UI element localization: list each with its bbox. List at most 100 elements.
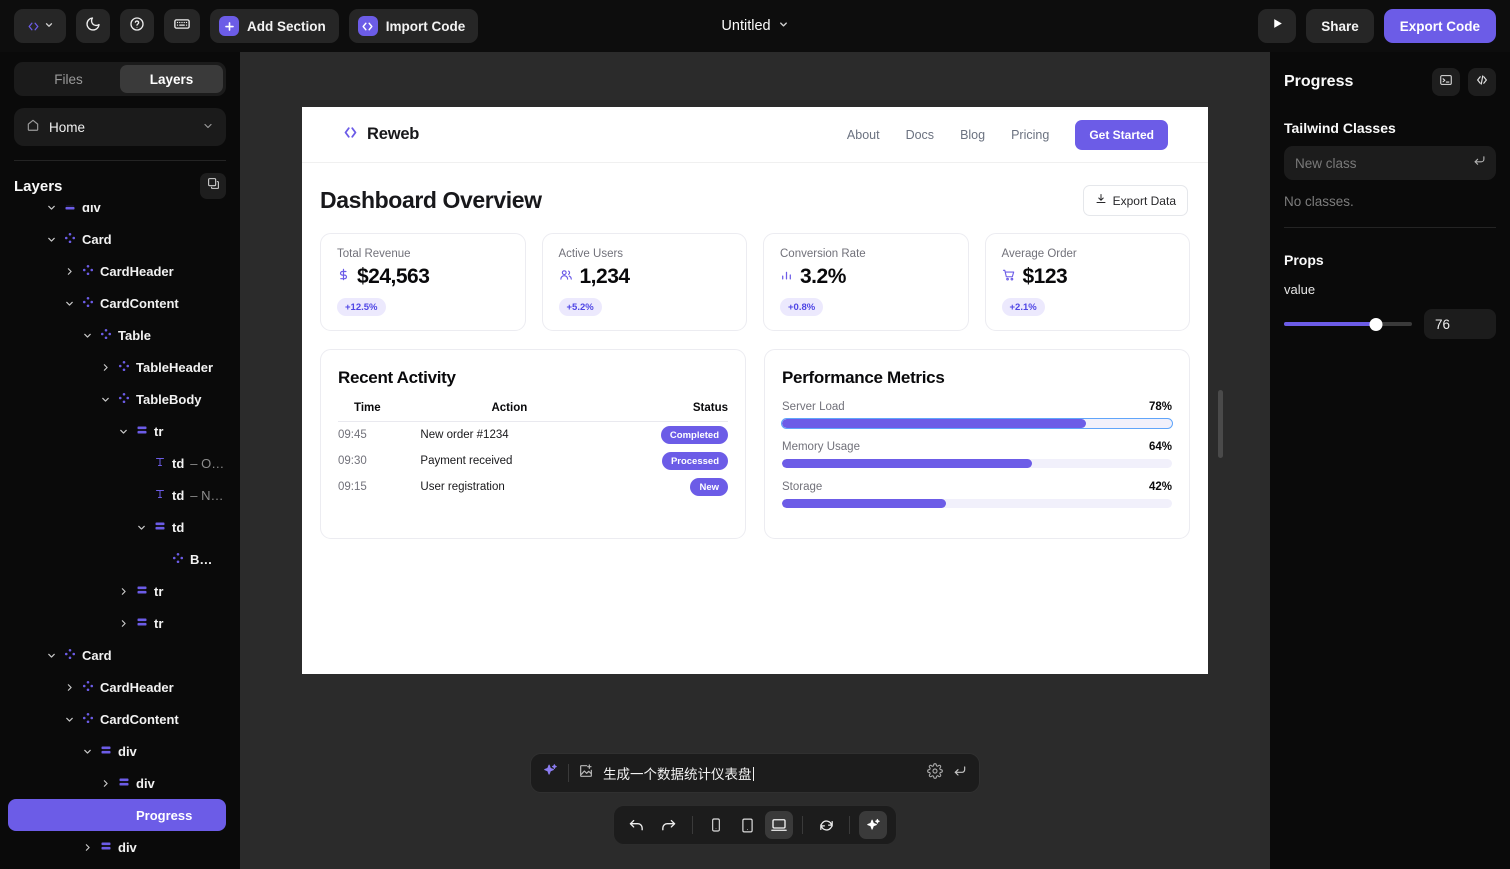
prompt-input[interactable]: 生成一个数据统计仪表盘 (603, 763, 918, 783)
chevron-right-icon[interactable] (116, 618, 130, 629)
layer-node-div[interactable]: div (0, 735, 226, 767)
help-button[interactable] (120, 9, 154, 43)
progress-bar[interactable] (781, 418, 1173, 429)
enter-return-icon[interactable] (952, 763, 968, 784)
stat-card[interactable]: Average Order $123 +2.1% (984, 233, 1190, 331)
table-row[interactable]: 09:30 Payment received Processed (338, 448, 728, 474)
stat-card[interactable]: Total Revenue $24,563 +12.5% (320, 233, 526, 331)
stat-card[interactable]: Conversion Rate 3.2% +0.8% (763, 233, 969, 331)
layer-node-td[interactable]: td – O… (0, 447, 226, 479)
layer-node-card[interactable]: Card (0, 639, 226, 671)
value-slider[interactable] (1284, 314, 1412, 334)
tab-layers[interactable]: Layers (120, 65, 223, 93)
nav-link-about[interactable]: About (847, 128, 880, 142)
metric-item[interactable]: Memory Usage 64% (782, 441, 1172, 468)
new-class-input[interactable] (1295, 155, 1472, 171)
undo-button[interactable] (623, 811, 651, 839)
page-selector[interactable]: Home (14, 108, 226, 146)
get-started-button[interactable]: Get Started (1075, 119, 1168, 150)
terminal-button[interactable] (1432, 68, 1460, 96)
layer-node-progress[interactable]: Progress (8, 799, 226, 831)
desktop-view-button[interactable] (765, 811, 794, 839)
progress-bar[interactable] (782, 459, 1172, 468)
enter-return-icon[interactable] (1472, 153, 1487, 173)
chevron-right-icon[interactable] (98, 362, 112, 373)
duplicate-layer-button[interactable] (200, 173, 226, 199)
metric-header: Server Load 78% (782, 401, 1172, 413)
chevron-down-icon[interactable] (80, 330, 94, 341)
add-image-icon[interactable] (578, 763, 594, 784)
new-class-field[interactable] (1284, 146, 1496, 180)
share-button[interactable]: Share (1306, 9, 1374, 43)
chevron-right-icon[interactable] (62, 682, 76, 693)
layer-node-td[interactable]: td – N… (0, 479, 226, 511)
mobile-view-button[interactable] (702, 811, 730, 839)
recent-activity-card[interactable]: Recent Activity Time Action Status 09:45… (320, 349, 746, 539)
layer-node-tr[interactable]: tr (0, 415, 226, 447)
app-logo-menu-button[interactable] (14, 9, 66, 43)
import-code-button[interactable]: Import Code (348, 9, 479, 43)
view-code-button[interactable] (1468, 68, 1496, 96)
tablet-view-button[interactable] (734, 811, 762, 839)
export-data-button[interactable]: Export Data (1082, 185, 1188, 216)
chevron-down-icon[interactable] (80, 746, 94, 757)
table-row[interactable]: 09:45 New order #1234 Completed (338, 422, 728, 449)
layer-node-div[interactable]: div (0, 205, 226, 223)
gear-icon[interactable] (927, 762, 943, 784)
chevron-down-icon[interactable] (98, 394, 112, 405)
metric-item[interactable]: Storage 42% (782, 481, 1172, 508)
layer-node-tr[interactable]: tr (0, 575, 226, 607)
chevron-down-icon[interactable] (44, 650, 58, 661)
tab-files[interactable]: Files (17, 65, 120, 93)
chevron-down-icon[interactable] (778, 19, 789, 33)
value-number-input[interactable]: 76 (1424, 309, 1496, 339)
chevron-down-icon[interactable] (116, 426, 130, 437)
layer-node-cardheader[interactable]: CardHeader (0, 255, 226, 287)
chevron-right-icon[interactable] (116, 586, 130, 597)
preview-frame[interactable]: Reweb About Docs Blog Pricing Get Starte… (302, 107, 1208, 674)
layer-node-cardcontent[interactable]: CardContent (0, 703, 226, 735)
ai-assist-button[interactable] (859, 811, 887, 839)
chevron-right-icon[interactable] (62, 266, 76, 277)
export-code-button[interactable]: Export Code (1383, 9, 1496, 43)
layer-node-table[interactable]: Table (0, 319, 226, 351)
layer-node-tr[interactable]: tr (0, 607, 226, 639)
layer-node-div[interactable]: div (0, 831, 226, 863)
layer-node-cardcontent[interactable]: CardContent (0, 287, 226, 319)
document-title[interactable]: Untitled (721, 18, 770, 34)
chevron-down-icon[interactable] (134, 522, 148, 533)
preview-play-button[interactable] (1258, 9, 1297, 43)
slider-knob[interactable] (1369, 318, 1383, 331)
redo-button[interactable] (655, 811, 683, 839)
chevron-down-icon[interactable] (62, 714, 76, 725)
chevron-down-icon[interactable] (44, 234, 58, 245)
layer-node-div[interactable]: div (0, 767, 226, 799)
chevron-right-icon[interactable] (98, 778, 112, 789)
stat-card[interactable]: Active Users 1,234 +5.2% (541, 233, 747, 331)
chevron-right-icon[interactable] (80, 842, 94, 853)
theme-toggle-button[interactable] (76, 9, 110, 43)
progress-bar[interactable] (782, 499, 1172, 508)
canvas-scrollbar[interactable] (1218, 390, 1223, 458)
nav-link-blog[interactable]: Blog (960, 128, 985, 142)
keyboard-shortcuts-button[interactable] (164, 9, 200, 43)
table-row[interactable]: 09:15 User registration New (338, 474, 728, 500)
layer-node-tablebody[interactable]: TableBody (0, 383, 226, 415)
preview-brand[interactable]: Reweb (342, 124, 419, 146)
performance-metrics-card[interactable]: Performance Metrics Server Load 78% Memory… (764, 349, 1190, 539)
canvas-area[interactable]: Reweb About Docs Blog Pricing Get Starte… (240, 52, 1270, 869)
ai-prompt-bar[interactable]: 生成一个数据统计仪表盘 (530, 753, 980, 793)
metric-item[interactable]: Server Load 78% (781, 401, 1173, 429)
add-section-button[interactable]: Add Section (210, 9, 339, 43)
layer-node-tableheader[interactable]: TableHeader (0, 351, 226, 383)
layer-node-card[interactable]: Card (0, 223, 226, 255)
nav-link-pricing[interactable]: Pricing (1011, 128, 1049, 142)
chevron-down-icon[interactable] (44, 205, 58, 213)
nav-link-docs[interactable]: Docs (906, 128, 934, 142)
chevron-down-icon[interactable] (62, 298, 76, 309)
layers-tree[interactable]: div Card CardHeader CardContent Table TableHe… (0, 205, 240, 869)
layer-node-cardheader[interactable]: CardHeader (0, 671, 226, 703)
refresh-button[interactable] (812, 811, 840, 839)
layer-node-b-[interactable]: B… (0, 543, 226, 575)
layer-node-td[interactable]: td (0, 511, 226, 543)
